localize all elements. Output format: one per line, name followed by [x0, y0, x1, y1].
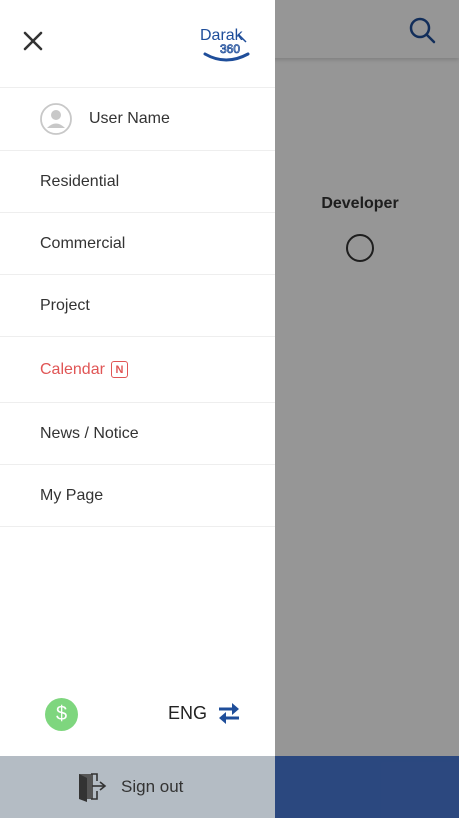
drawer-header: Darak 360	[0, 0, 275, 88]
dollar-icon: $	[55, 703, 68, 725]
menu-item-label: My Page	[40, 486, 104, 504]
menu-item-label: Commercial	[40, 234, 126, 252]
menu-item-label: Residential	[40, 172, 120, 190]
menu-item-project[interactable]: Project	[0, 275, 275, 337]
sign-out-button[interactable]: Sign out	[0, 756, 275, 818]
menu-item-news-notice[interactable]: News / Notice	[0, 403, 275, 465]
language-switch[interactable]: ENG	[168, 702, 241, 724]
menu-item-calendar[interactable]: Calendar N	[0, 337, 275, 403]
menu-item-label: News / Notice	[40, 424, 139, 442]
language-label: ENG	[168, 702, 208, 723]
currency-button[interactable]: $	[45, 698, 78, 731]
swap-arrows-icon	[219, 703, 240, 724]
sign-out-icon	[79, 773, 107, 802]
close-icon[interactable]	[20, 28, 46, 54]
menu-item-label: Project	[40, 296, 90, 314]
sign-out-label: Sign out	[121, 777, 184, 796]
menu-item-commercial[interactable]: Commercial	[0, 213, 275, 275]
menu-item-label: Calendar	[40, 360, 105, 378]
new-badge: N	[110, 361, 128, 378]
user-name: User Name	[89, 110, 170, 127]
brand-logo: Darak 360	[198, 24, 252, 64]
menu-item-my-page[interactable]: My Page	[0, 465, 275, 527]
user-profile-row[interactable]: User Name	[0, 88, 275, 151]
menu-item-residential[interactable]: Residential	[0, 151, 275, 213]
side-drawer: Darak 360 User Name Residential Commerci…	[0, 0, 275, 818]
svg-text:360: 360	[220, 42, 240, 56]
user-avatar-icon	[40, 103, 72, 135]
